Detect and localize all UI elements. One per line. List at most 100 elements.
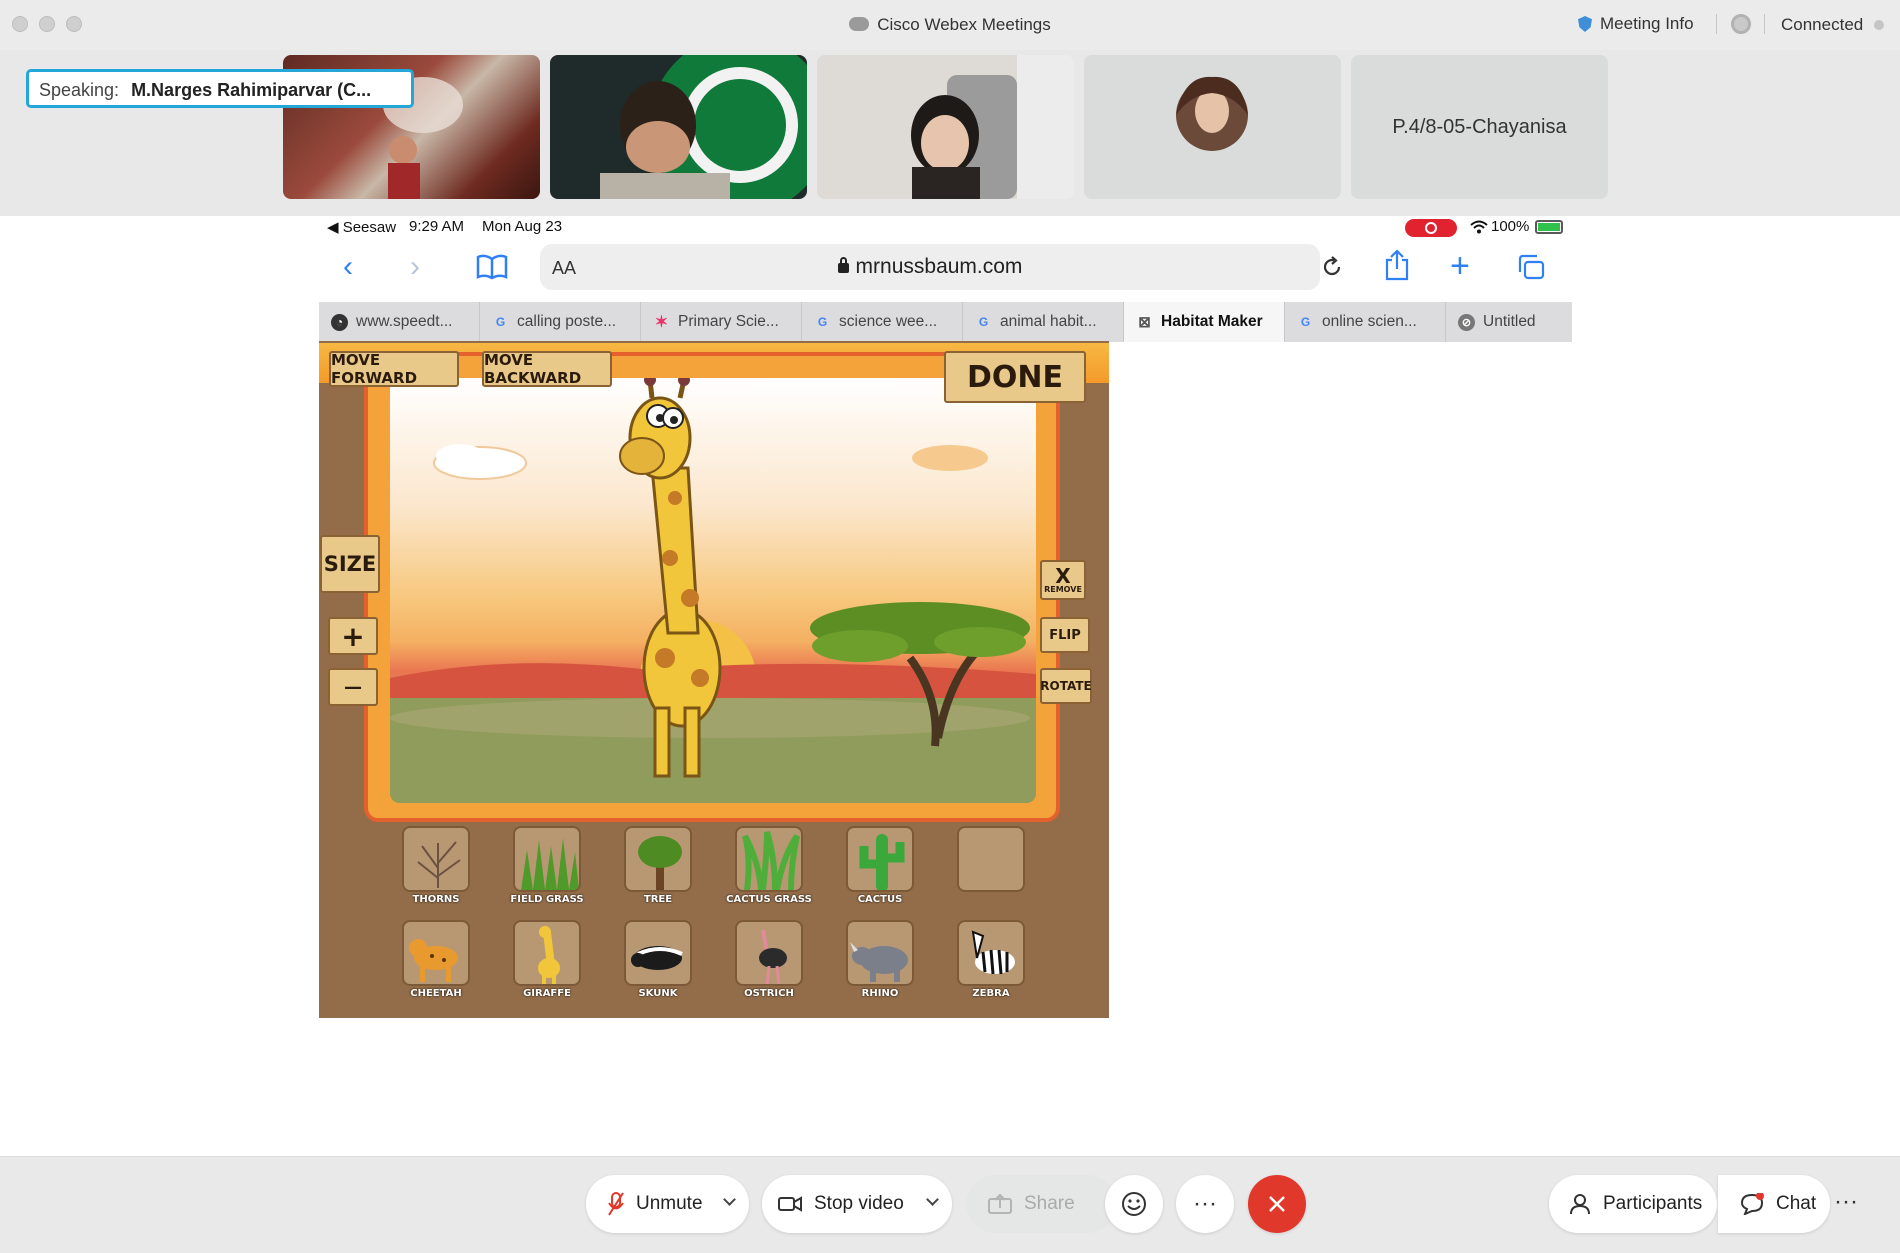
done-button[interactable]: DONE [944,351,1086,403]
item-empty-slot[interactable] [957,826,1025,892]
reactions-button[interactable] [1105,1175,1163,1233]
giraffe-icon [538,926,560,984]
chat-bubble-icon [1740,1193,1764,1215]
move-forward-button[interactable]: MOVE FORWARD [329,351,459,387]
muted-microphone-icon [608,1192,624,1216]
share-button[interactable]: Share [966,1175,1116,1233]
item-skunk[interactable] [624,920,692,986]
item-tree[interactable] [624,826,692,892]
end-meeting-button[interactable] [1248,1175,1306,1233]
participant-video-tile[interactable] [550,55,807,199]
speedtest-icon: ◔ [331,313,348,331]
meeting-info-button[interactable]: Meeting Info [1578,14,1694,34]
savanna-scene [390,378,1036,803]
chat-button[interactable]: Chat [1718,1175,1830,1233]
browser-tab[interactable]: Gonline scien... [1285,302,1446,342]
rhino-icon [850,942,908,982]
recording-status-icon[interactable] [1731,14,1751,34]
tab-label: calling poste... [517,313,617,330]
browser-tab[interactable]: ⊘ Untitled [1446,302,1572,342]
item-zebra[interactable] [957,920,1025,986]
remove-button[interactable]: X REMOVE [1040,560,1086,600]
tab-label: www.speedt... [356,313,453,330]
screen-recording-icon[interactable] [1405,219,1457,237]
habitat-scene-canvas[interactable] [390,378,1036,803]
item-label: SKUNK [638,988,678,999]
item-label: CACTUS [857,894,903,905]
browser-back-icon[interactable]: ‹ [343,252,353,282]
participant-name: P.4/8-05-Chayanisa [1392,115,1567,138]
person-icon [1570,1194,1590,1215]
back-to-app-link[interactable]: ◀ Seesaw [327,218,396,236]
browser-tab[interactable]: ✶ Primary Scie... [641,302,802,342]
remove-x-icon: X [1055,564,1071,588]
cactus-grass-icon [742,831,800,890]
unmute-button[interactable]: Unmute [586,1175,749,1233]
unmute-label: Unmute [636,1193,703,1214]
item-label: TREE [643,894,673,905]
item-label: FIELD GRASS [510,894,584,905]
size-increase-button[interactable]: + [328,617,378,655]
item-giraffe[interactable] [513,920,581,986]
more-menu-icon[interactable]: ··· [1834,1188,1858,1216]
chevron-down-icon[interactable] [723,1193,736,1206]
avatar [1176,76,1248,151]
item-label: CACTUS GRASS [726,894,812,905]
flip-button[interactable]: FLIP [1040,617,1090,653]
item-cactus[interactable] [846,826,914,892]
item-ostrich[interactable] [735,920,803,986]
more-options-button[interactable]: ··· [1176,1175,1234,1233]
participant-name-tile[interactable]: P.4/8-05-Chayanisa [1351,55,1608,199]
item-label: RHINO [861,988,899,999]
chevron-down-icon[interactable] [926,1193,939,1206]
google-icon: G [495,315,506,329]
status-time: 9:29 AM [409,218,465,235]
wifi-icon [1470,220,1488,234]
google-icon: G [978,315,989,329]
stop-video-button[interactable]: Stop video [762,1175,952,1233]
move-backward-button[interactable]: MOVE BACKWARD [482,351,612,387]
browser-tab-active[interactable]: ⊠ Habitat Maker [1124,302,1285,342]
speaking-indicator: Speaking: M.Narges Rahimiparvar (C... [26,69,414,108]
reload-icon[interactable] [1320,255,1344,284]
rotate-button[interactable]: ROTATE [1040,668,1092,704]
google-icon: G [817,315,828,329]
close-icon[interactable]: ⊠ [1136,314,1153,331]
close-icon [1269,1196,1285,1212]
browser-tab[interactable]: ◔ www.speedt... [319,302,480,342]
item-cheetah[interactable] [402,920,470,986]
browser-tab-bar: ◔ www.speedt... Gcalling poste... ✶ Primar… [319,302,1572,342]
new-tab-icon[interactable]: + [1450,249,1470,283]
bookmarks-icon[interactable] [476,254,508,285]
url-value: mrnussbaum.com [855,255,1023,278]
speaker-name: M.Narges Rahimiparvar (C... [131,80,372,100]
google-icon: G [1300,315,1311,329]
thorns-icon [417,841,461,888]
browser-tab[interactable]: Gcalling poste... [480,302,641,342]
item-label: ZEBRA [972,988,1010,999]
share-label: Share [1024,1193,1075,1214]
remove-label: REMOVE [1044,585,1082,594]
browser-forward-icon[interactable]: › [410,252,420,282]
tab-label: Habitat Maker [1161,313,1263,330]
participant-video-tile[interactable] [817,55,1074,199]
url-text[interactable]: mrnussbaum.com [540,255,1320,279]
divider [1716,14,1717,34]
item-thorns[interactable] [402,826,470,892]
item-field-grass[interactable] [513,826,581,892]
video-camera-icon [778,1196,802,1212]
browser-tab[interactable]: Gscience wee... [802,302,963,342]
tabs-overview-icon[interactable] [1517,254,1545,285]
size-decrease-button[interactable]: — [328,668,378,706]
browser-tab[interactable]: Ganimal habit... [963,302,1124,342]
share-icon[interactable] [1384,249,1410,286]
divider [1764,14,1765,34]
item-cactus-grass[interactable] [735,826,803,892]
star-icon: ✶ [654,314,669,331]
participants-button[interactable]: Participants [1549,1175,1717,1233]
participant-avatar-tile[interactable] [1084,55,1341,199]
zebra-icon [971,930,1015,975]
item-rhino[interactable] [846,920,914,986]
size-label: SIZE [320,535,380,593]
connection-status: Connected [1781,15,1864,34]
